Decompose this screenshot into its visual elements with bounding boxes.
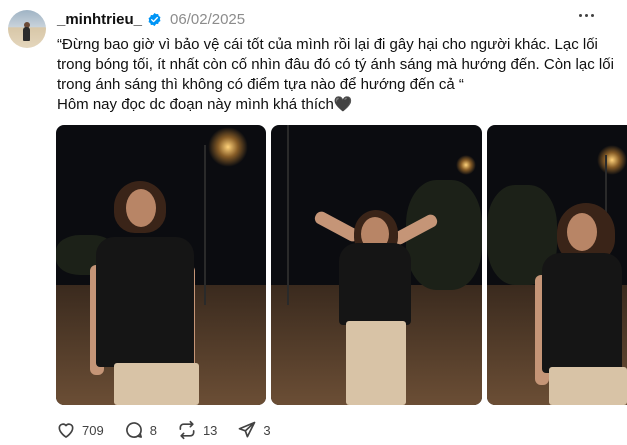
caption-quote: “Đừng bao giờ vì bảo vệ cái tốt của mình… xyxy=(57,36,614,93)
share-icon xyxy=(239,421,256,438)
comment-count: 8 xyxy=(149,422,157,438)
username[interactable]: _minhtrieu_ xyxy=(57,11,142,28)
heart-icon xyxy=(58,423,74,438)
like-button[interactable]: 709 xyxy=(56,420,104,440)
post-photo-2[interactable] xyxy=(271,125,482,405)
caption-comment: Hôm nay đọc dc đoạn này mình khá thích🖤 xyxy=(57,96,353,113)
like-count: 709 xyxy=(82,422,104,438)
repost-icon xyxy=(179,420,195,440)
comment-icon xyxy=(125,422,142,438)
post-photo-1[interactable] xyxy=(56,125,266,405)
more-dots-icon[interactable] xyxy=(579,14,594,17)
share-button[interactable]: 3 xyxy=(237,420,271,440)
repost-button[interactable]: 13 xyxy=(177,420,217,440)
comment-button[interactable]: 8 xyxy=(124,420,157,440)
post-date: 06/02/2025 xyxy=(170,10,246,28)
verified-badge-icon xyxy=(148,12,161,26)
share-count: 3 xyxy=(263,422,271,438)
post-actions: 709 8 13 3 xyxy=(56,420,291,440)
post-photo-3[interactable] xyxy=(487,125,627,405)
repost-count: 13 xyxy=(202,422,218,438)
post-header: _minhtrieu_ 06/02/2025 xyxy=(57,9,245,29)
avatar[interactable] xyxy=(8,10,46,48)
post-caption: “Đừng bao giờ vì bảo vệ cái tốt của mình… xyxy=(57,35,617,115)
